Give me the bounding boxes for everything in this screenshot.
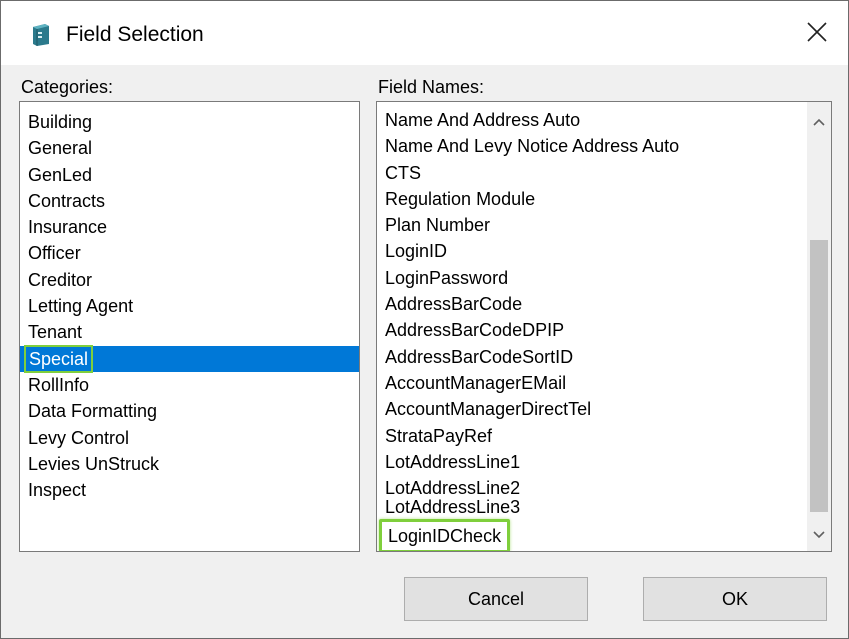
field-item[interactable]: Name And Address Auto [377, 107, 806, 133]
field-item[interactable]: LoginID [377, 238, 806, 264]
ok-button[interactable]: OK [643, 577, 827, 621]
list-item-highlighted[interactable]: LoginIDCheck [379, 519, 511, 551]
scrollbar-thumb[interactable] [810, 240, 828, 512]
category-item[interactable]: RollInfo [20, 372, 359, 398]
scroll-down-button[interactable] [807, 523, 831, 547]
dialog-title: Field Selection [66, 23, 204, 46]
field-item[interactable]: Plan Number [377, 212, 806, 238]
category-item[interactable]: Contracts [20, 188, 359, 214]
field-names-listbox[interactable]: Name And Address Auto Name And Levy Notic… [376, 101, 832, 552]
field-item[interactable]: AddressBarCodeSortID [377, 344, 806, 370]
field-names-label: Field Names: [378, 77, 485, 97]
categories-listbox[interactable]: Building General GenLed Contracts Insurance O… [19, 101, 360, 552]
field-item[interactable]: StrataPayRef [377, 423, 806, 449]
close-button[interactable] [794, 9, 840, 55]
category-item[interactable]: Building [20, 109, 359, 135]
category-item[interactable]: Data Formatting [20, 398, 359, 424]
close-icon [807, 22, 827, 42]
scroll-up-button[interactable] [807, 110, 831, 134]
field-names-list: Name And Address Auto Name And Levy Notic… [377, 107, 806, 501]
category-item[interactable]: Inspect [20, 477, 359, 503]
field-item[interactable]: AddressBarCode [377, 291, 806, 317]
list-item-partial[interactable]: LotAddressLine3 [377, 494, 806, 516]
chevron-up-icon [813, 118, 825, 126]
field-item[interactable]: CTS [377, 160, 806, 186]
category-item[interactable]: Officer [20, 240, 359, 266]
field-selection-dialog: Field Selection Categories: Field Names:… [0, 0, 849, 639]
category-item[interactable]: Creditor [20, 267, 359, 293]
title-bar: Field Selection [1, 1, 848, 65]
field-item[interactable]: AccountManagerDirectTel [377, 396, 806, 422]
chevron-down-icon [813, 531, 825, 539]
cancel-button[interactable]: Cancel [404, 577, 588, 621]
database-icon [33, 24, 49, 46]
field-names-scrollbar[interactable] [807, 102, 831, 551]
category-item[interactable]: General [20, 135, 359, 161]
field-item[interactable]: AddressBarCodeDPIP [377, 317, 806, 343]
category-item[interactable]: Letting Agent [20, 293, 359, 319]
field-item[interactable]: Regulation Module [377, 186, 806, 212]
category-item[interactable]: Tenant [20, 319, 359, 345]
category-item[interactable]: Insurance [20, 214, 359, 240]
categories-label: Categories: [21, 77, 114, 97]
field-item[interactable]: LoginPassword [377, 265, 806, 291]
field-item[interactable]: Name And Levy Notice Address Auto [377, 133, 806, 159]
category-item-selected[interactable]: Special [20, 344, 359, 373]
categories-list: Building General GenLed Contracts Insurance O… [20, 109, 359, 503]
field-item[interactable]: AccountManagerEMail [377, 370, 806, 396]
category-item[interactable]: Levy Control [20, 425, 359, 451]
category-item[interactable]: Levies UnStruck [20, 451, 359, 477]
field-item[interactable]: LotAddressLine1 [377, 449, 806, 475]
category-item[interactable]: GenLed [20, 162, 359, 188]
